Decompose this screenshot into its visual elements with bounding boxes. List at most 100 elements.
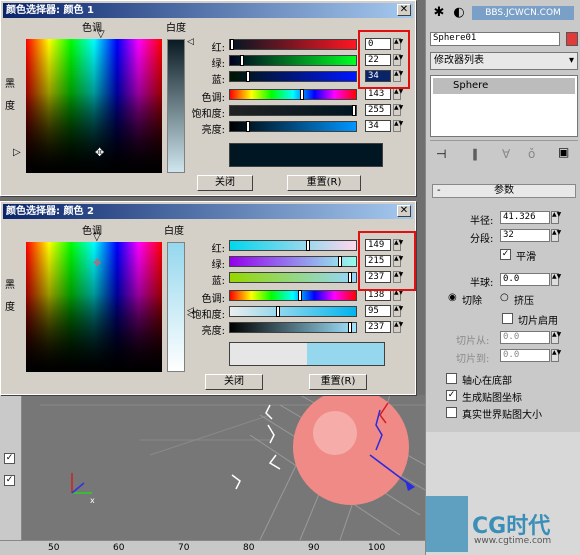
blue-label: 蓝: (211, 75, 225, 86)
segments-input[interactable]: 32 (500, 229, 550, 242)
segments-spinner[interactable]: ▲▼ (551, 229, 561, 242)
saturation-input[interactable]: 255 (365, 104, 391, 116)
value-spinner[interactable]: ▲▼ (393, 321, 403, 333)
smooth-label: 平滑 (516, 252, 536, 263)
hue-slider-thumb[interactable] (300, 89, 304, 100)
chop-radio[interactable]: ◉ (448, 292, 457, 303)
reset-button-1[interactable]: 重置(R) (287, 175, 361, 191)
value-spinner[interactable]: ▲▼ (393, 120, 403, 132)
slice-from-input[interactable]: 0.0 (500, 331, 550, 344)
viewport-checkbox-2[interactable]: ✓ (4, 475, 15, 486)
create-tab-icon[interactable]: ✱ (430, 4, 448, 22)
value-input[interactable]: 237 (365, 321, 391, 333)
hue-input[interactable]: 143 (365, 88, 391, 100)
radius-spinner[interactable]: ▲▼ (551, 211, 561, 224)
object-color-swatch[interactable] (566, 32, 578, 46)
blue-slider[interactable] (229, 71, 357, 82)
red-slider[interactable] (229, 240, 357, 251)
hue-spinner[interactable]: ▲▼ (393, 88, 403, 100)
dialog-1-title: 颜色选择器: 颜色 1 (6, 5, 94, 16)
modifier-stack[interactable]: Sphere (430, 75, 578, 137)
watermark-logo-icon (426, 496, 468, 552)
green-slider-thumb[interactable] (338, 256, 342, 267)
object-name-field[interactable]: Sphere01 (430, 32, 560, 46)
viewport-scene: x (40, 395, 425, 540)
picker-marker-icon[interactable]: ✥ (93, 258, 101, 269)
radius-input[interactable]: 41.326 (500, 211, 550, 224)
close-button-1[interactable]: 关闭 (197, 175, 253, 191)
red-slider-thumb[interactable] (306, 240, 310, 251)
value-slider-thumb[interactable] (246, 121, 250, 132)
squash-radio[interactable]: ○ (500, 292, 509, 303)
green-slider[interactable] (229, 256, 357, 267)
value-slider[interactable] (229, 322, 357, 333)
blackness-pointer-icon[interactable]: ▷ (13, 147, 21, 158)
params-rollout-title: 参数 (494, 185, 514, 196)
ruler-tick: 50 (48, 543, 60, 553)
close-button-2[interactable]: 关闭 (205, 374, 263, 390)
saturation-slider-thumb[interactable] (352, 105, 356, 116)
blue-slider-thumb[interactable] (348, 272, 352, 283)
hue-slider[interactable] (229, 290, 357, 301)
hue-slider-thumb[interactable] (298, 290, 302, 301)
green-label: 绿: (211, 260, 225, 271)
make-unique-icon[interactable]: ∀ (502, 147, 510, 161)
hue-value-label: 色调: (201, 294, 225, 305)
stack-item-sphere[interactable]: Sphere (433, 78, 575, 94)
base-pivot-checkbox[interactable] (446, 373, 457, 384)
hue-spectrum-1[interactable] (26, 39, 162, 173)
blackness-label-2: 度 (5, 101, 15, 112)
green-slider-thumb[interactable] (240, 55, 244, 66)
saturation-input[interactable]: 95 (365, 305, 391, 317)
modifier-list-dropdown[interactable]: 修改器列表 ▾ (430, 52, 578, 70)
pin-stack-icon[interactable]: ⊣ (436, 147, 446, 161)
whiteness-pointer-icon[interactable]: ◁ (187, 37, 194, 47)
color-preview-1 (229, 143, 383, 167)
show-end-result-icon[interactable]: ∥ (472, 147, 478, 161)
dialog-1-close-icon[interactable]: ✕ (397, 4, 411, 16)
squash-label: 挤压 (514, 296, 534, 307)
value-slider-thumb[interactable] (348, 322, 352, 333)
saturation-slider-thumb[interactable] (276, 306, 280, 317)
blue-slider[interactable] (229, 272, 357, 283)
hue-slider[interactable] (229, 89, 357, 100)
slice-to-input[interactable]: 0.0 (500, 349, 550, 362)
hue-value-label: 色调: (201, 93, 225, 104)
time-ruler[interactable]: 50 60 70 80 90 100 (0, 540, 425, 555)
value-slider[interactable] (229, 121, 357, 132)
params-rollout-header[interactable]: - 参数 (432, 184, 576, 198)
dialog-2-titlebar[interactable]: 颜色选择器: 颜色 2 ✕ (3, 204, 413, 219)
saturation-slider[interactable] (229, 105, 357, 116)
whiteness-bar-1[interactable] (167, 39, 185, 173)
viewport[interactable]: x (0, 395, 425, 540)
gen-map-checkbox[interactable]: ✓ (446, 390, 457, 401)
blue-slider-thumb[interactable] (246, 71, 250, 82)
smooth-checkbox[interactable]: ✓ (500, 249, 511, 260)
real-world-checkbox[interactable] (446, 407, 457, 418)
green-slider[interactable] (229, 55, 357, 66)
reset-button-2[interactable]: 重置(R) (309, 374, 367, 390)
modifier-list-label: 修改器列表 (434, 55, 484, 66)
red-slider[interactable] (229, 39, 357, 50)
crosshair-icon[interactable]: ✥ (95, 146, 104, 159)
value-label: 亮度: (201, 125, 225, 136)
configure-sets-icon[interactable]: ▣ (558, 145, 569, 159)
hemisphere-input[interactable]: 0.0 (500, 273, 550, 286)
whiteness-bar-2[interactable] (167, 242, 185, 372)
red-slider-thumb[interactable] (230, 39, 234, 50)
saturation-spinner[interactable]: ▲▼ (393, 305, 403, 317)
saturation-spinner[interactable]: ▲▼ (393, 104, 403, 116)
dialog-1-titlebar[interactable]: 颜色选择器: 颜色 1 ✕ (3, 3, 413, 18)
slice-from-spinner[interactable]: ▲▼ (551, 331, 561, 344)
dialog-2-close-icon[interactable]: ✕ (397, 205, 411, 217)
remove-modifier-icon[interactable]: ǒ (528, 147, 535, 161)
viewport-left-strip: ✓ ✓ (0, 395, 22, 540)
value-input[interactable]: 34 (365, 120, 391, 132)
saturation-slider[interactable] (229, 306, 357, 317)
hemisphere-spinner[interactable]: ▲▼ (551, 273, 561, 286)
slice-on-checkbox[interactable] (502, 313, 513, 324)
slice-to-spinner[interactable]: ▲▼ (551, 349, 561, 362)
viewport-checkbox-1[interactable]: ✓ (4, 453, 15, 464)
modify-tab-icon[interactable]: ◐ (450, 4, 468, 22)
blue-label: 蓝: (211, 276, 225, 287)
